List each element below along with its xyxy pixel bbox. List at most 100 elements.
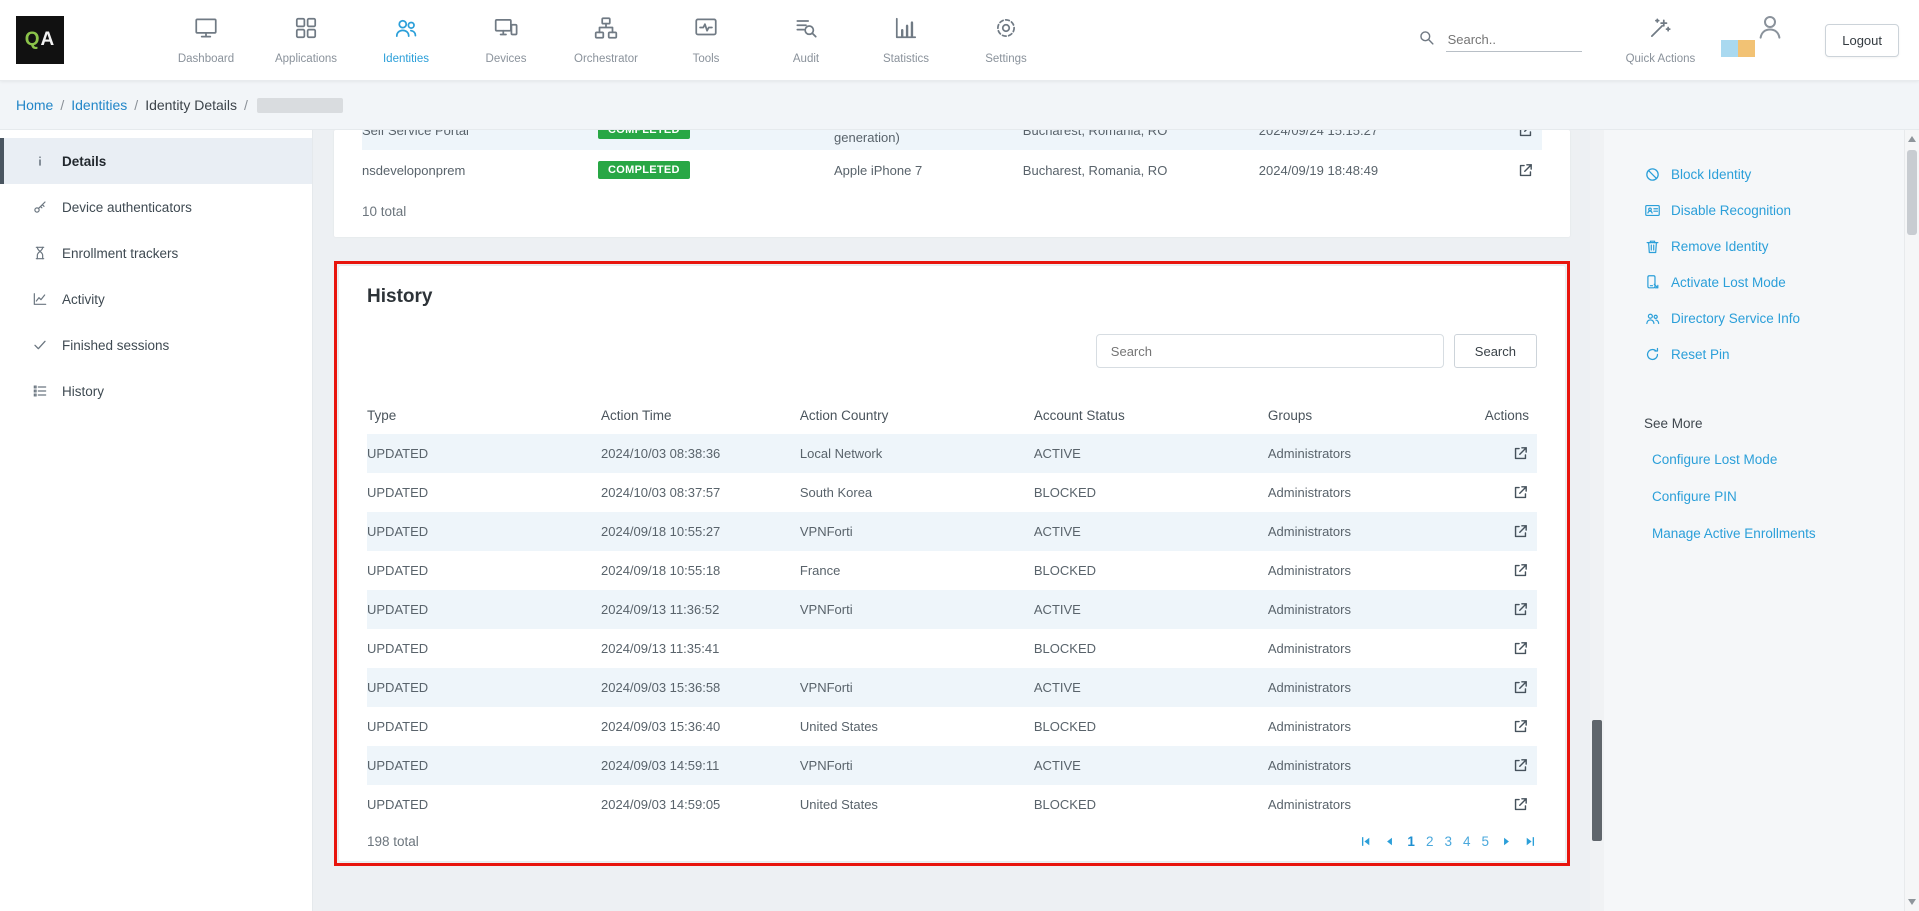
nav-item-dashboard[interactable]: Dashboard [156, 15, 256, 65]
history-row: UPDATED 2024/09/03 15:36:40 United State… [367, 707, 1537, 746]
next-page-icon [1500, 835, 1513, 848]
finished-sessions-card: Self Service Portal COMPLETED Apple iPho… [334, 130, 1570, 237]
history-search-input[interactable] [1096, 334, 1444, 368]
row-details-button[interactable] [1512, 640, 1529, 657]
avatar-color-tags[interactable] [1721, 40, 1755, 57]
row-details-button[interactable] [1517, 130, 1534, 139]
applications-icon [293, 15, 319, 46]
row-details-button[interactable] [1512, 523, 1529, 540]
scroll-up-icon[interactable] [1908, 136, 1916, 142]
row-details-button[interactable] [1512, 562, 1529, 579]
identities-icon [393, 15, 419, 46]
cell-type: UPDATED [367, 485, 601, 500]
last-page-icon [1524, 835, 1537, 848]
pagination-page-2[interactable]: 2 [1426, 834, 1434, 849]
sidebar-item-activity[interactable]: Activity [0, 276, 312, 322]
row-details-button[interactable] [1512, 679, 1529, 696]
cell-action-country: VPNForti [800, 602, 1034, 617]
session-time: 2024/09/19 18:48:49 [1259, 163, 1471, 178]
logo-letter-q: Q [25, 29, 41, 51]
breadcrumb-identity-details: Identity Details [145, 97, 237, 113]
session-location: Bucharest, Romania, RO [1023, 130, 1259, 138]
page-scrollbar[interactable] [1904, 130, 1919, 911]
action-disable-recognition[interactable]: Disable Recognition [1644, 192, 1904, 228]
history-table-header: Type Action Time Action Country Account … [367, 396, 1537, 434]
search-icon [1417, 28, 1436, 52]
row-details-button[interactable] [1512, 757, 1529, 774]
breadcrumb-home[interactable]: Home [16, 97, 53, 113]
cell-groups: Administrators [1268, 680, 1467, 695]
prev-page-icon [1383, 835, 1396, 848]
breadcrumb-identities[interactable]: Identities [71, 97, 127, 113]
column-header-type: Type [367, 408, 601, 423]
launch-icon [1512, 718, 1529, 735]
pagination-prev-button[interactable] [1383, 835, 1396, 848]
column-header-action-time: Action Time [601, 408, 800, 423]
row-details-button[interactable] [1512, 445, 1529, 462]
pagination-page-3[interactable]: 3 [1444, 834, 1452, 849]
sidebar-item-enrollment-trackers[interactable]: Enrollment trackers [0, 230, 312, 276]
sidebar-item-device-authenticators[interactable]: Device authenticators [0, 184, 312, 230]
pagination-page-1[interactable]: 1 [1407, 834, 1415, 849]
nav-item-identities[interactable]: Identities [356, 15, 456, 65]
row-details-button[interactable] [1512, 484, 1529, 501]
nav-item-audit[interactable]: Audit [756, 15, 856, 65]
nav-item-orchestrator[interactable]: Orchestrator [556, 15, 656, 65]
row-details-button[interactable] [1512, 796, 1529, 813]
scroll-down-icon[interactable] [1908, 899, 1916, 905]
session-location: Bucharest, Romania, RO [1023, 163, 1259, 178]
session-status: COMPLETED [598, 130, 834, 139]
audit-icon [793, 15, 819, 46]
breadcrumb-separator: / [244, 97, 248, 113]
action-block-identity[interactable]: Block Identity [1644, 156, 1904, 192]
global-search-input[interactable] [1446, 28, 1582, 52]
cell-action-country: South Korea [800, 485, 1034, 500]
quick-actions-button[interactable]: Quick Actions [1626, 15, 1696, 65]
nav-item-applications[interactable]: Applications [256, 15, 356, 65]
nav-item-settings[interactable]: Settings [956, 15, 1056, 65]
action-reset-pin[interactable]: Reset Pin [1644, 336, 1904, 372]
logout-button[interactable]: Logout [1825, 24, 1899, 57]
history-row: UPDATED 2024/09/13 11:35:41 BLOCKED Admi… [367, 629, 1537, 668]
action-directory-service-info[interactable]: Directory Service Info [1644, 300, 1904, 336]
launch-icon [1512, 757, 1529, 774]
history-row: UPDATED 2024/09/03 15:36:58 VPNForti ACT… [367, 668, 1537, 707]
settings-icon [993, 15, 1019, 46]
main-scrollbar-thumb[interactable] [1592, 720, 1602, 841]
block-icon [1644, 166, 1661, 183]
row-details-button[interactable] [1512, 601, 1529, 618]
nav-item-tools[interactable]: Tools [656, 15, 756, 65]
history-row: UPDATED 2024/10/03 08:37:57 South Korea … [367, 473, 1537, 512]
history-search-row: Search [367, 334, 1537, 368]
page-scrollbar-thumb[interactable] [1907, 150, 1917, 235]
action-activate-lost-mode[interactable]: Activate Lost Mode [1644, 264, 1904, 300]
sidebar-item-finished-sessions[interactable]: Finished sessions [0, 322, 312, 368]
info-icon [32, 153, 48, 169]
pagination-next-button[interactable] [1500, 835, 1513, 848]
pagination-last-button[interactable] [1524, 835, 1537, 848]
first-page-icon [1359, 835, 1372, 848]
link-manage-active-enrollments[interactable]: Manage Active Enrollments [1652, 515, 1904, 552]
link-configure-lost-mode[interactable]: Configure Lost Mode [1652, 441, 1904, 478]
user-avatar[interactable] [1747, 10, 1791, 70]
main-content: Self Service Portal COMPLETED Apple iPho… [313, 130, 1590, 911]
history-search-button[interactable]: Search [1454, 334, 1537, 368]
column-header-actions: Actions [1467, 408, 1537, 423]
nav-item-devices[interactable]: Devices [456, 15, 556, 65]
main-scrollbar[interactable] [1590, 130, 1604, 911]
pagination-page-5[interactable]: 5 [1481, 834, 1489, 849]
link-configure-pin[interactable]: Configure PIN [1652, 478, 1904, 515]
pagination-page-4[interactable]: 4 [1463, 834, 1471, 849]
activity-chart-icon [32, 291, 48, 307]
row-details-button[interactable] [1512, 718, 1529, 735]
sidebar-item-history[interactable]: History [0, 368, 312, 414]
row-details-button[interactable] [1517, 162, 1534, 179]
app-logo[interactable]: QA [16, 16, 64, 64]
action-remove-identity[interactable]: Remove Identity [1644, 228, 1904, 264]
cell-action-country: VPNForti [800, 758, 1034, 773]
sidebar-item-details[interactable]: Details [0, 138, 312, 184]
nav-item-statistics[interactable]: Statistics [856, 15, 956, 65]
history-row: UPDATED 2024/09/13 11:36:52 VPNForti ACT… [367, 590, 1537, 629]
dashboard-icon [193, 15, 219, 46]
pagination-first-button[interactable] [1359, 835, 1372, 848]
